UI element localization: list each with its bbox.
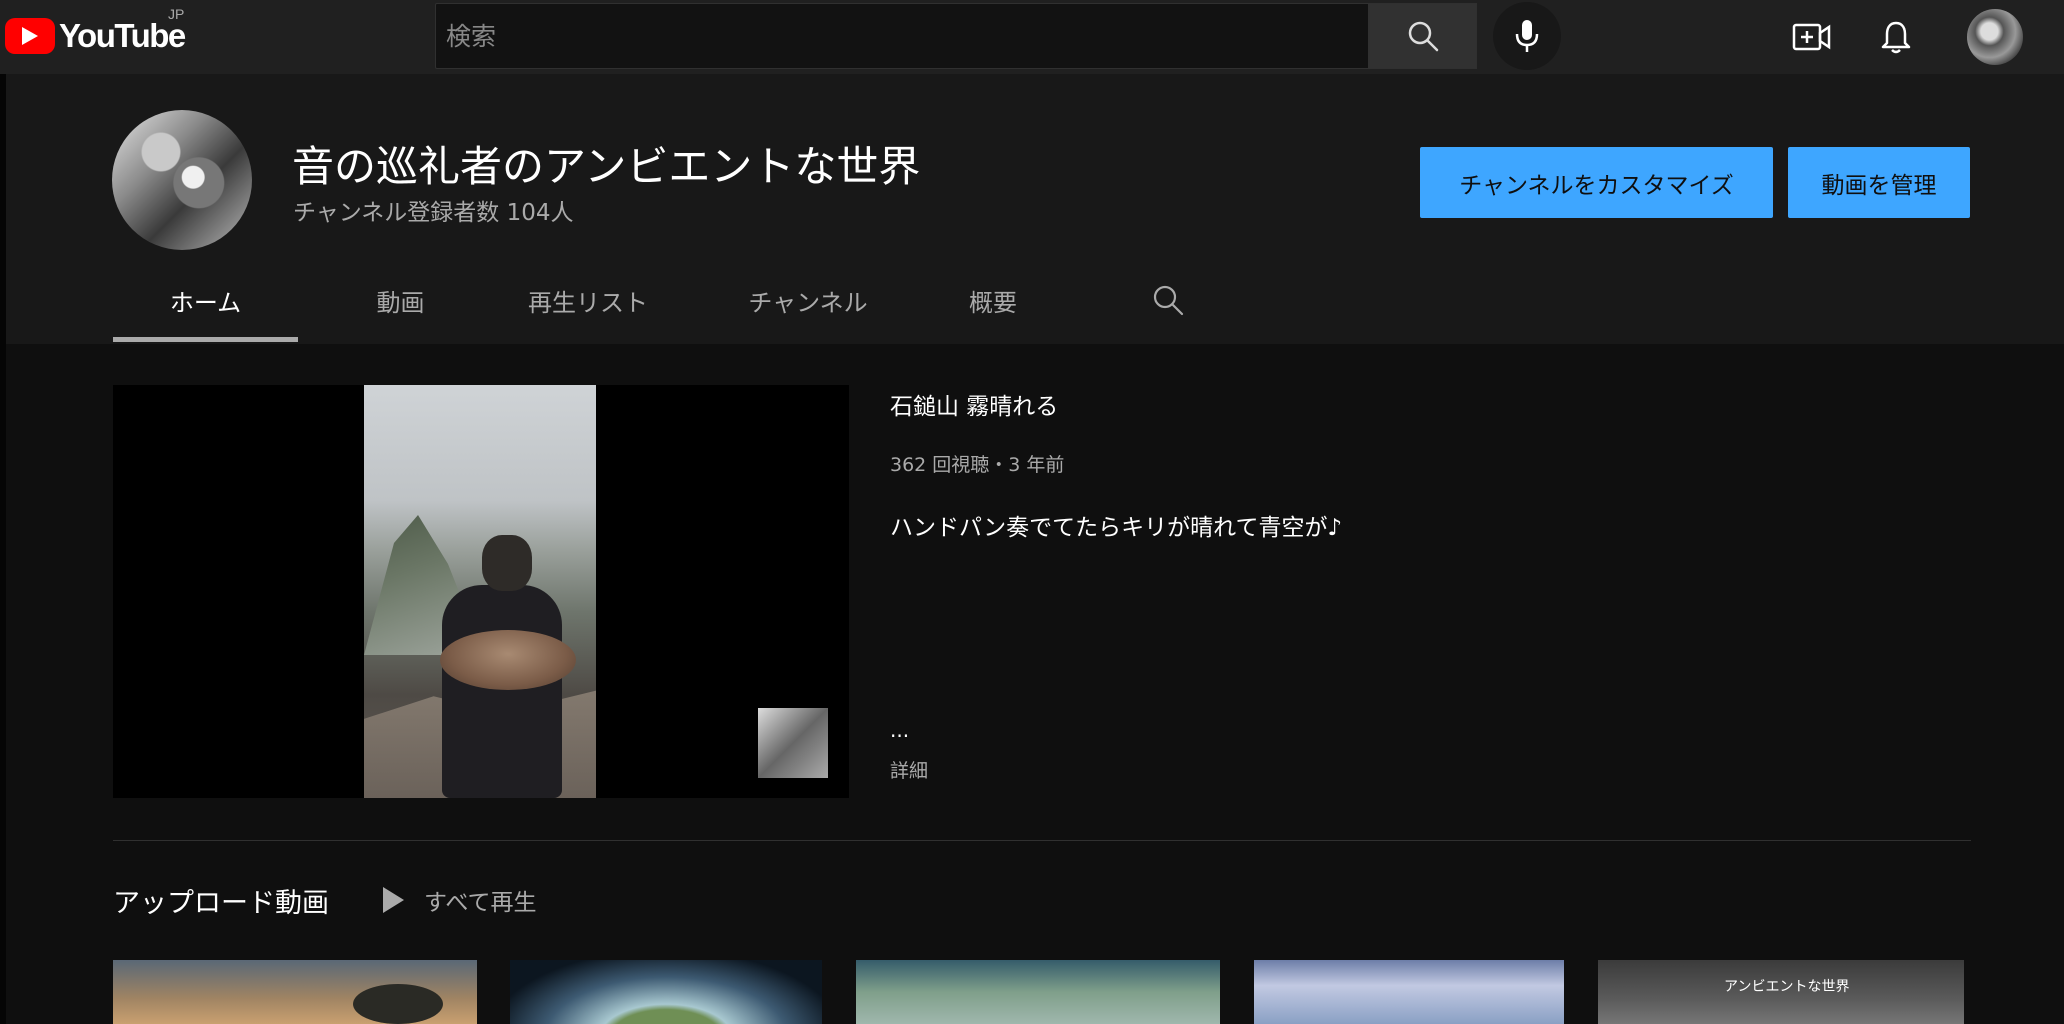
account-avatar[interactable]	[1967, 9, 2023, 65]
manage-videos-button[interactable]: 動画を管理	[1788, 147, 1970, 218]
featured-video-meta: 362 回視聴・3 年前	[890, 454, 1065, 476]
channel-avatar[interactable]	[112, 110, 252, 250]
search-icon	[1153, 285, 1184, 316]
tab-home[interactable]: ホーム	[113, 268, 298, 342]
video-thumbnail[interactable]	[113, 960, 477, 1024]
channel-name: 音の巡礼者のアンビエントな世界	[292, 142, 921, 191]
voice-search-button[interactable]	[1493, 2, 1561, 70]
country-code: JP	[168, 6, 185, 22]
youtube-logo-icon	[5, 18, 55, 54]
read-more-link[interactable]: 詳細	[890, 756, 928, 783]
tab-videos[interactable]: 動画	[353, 268, 448, 342]
featured-video-title[interactable]: 石鎚山 霧晴れる	[890, 387, 1058, 421]
logo-text: YouTube	[59, 17, 186, 54]
customize-channel-button[interactable]: チャンネルをカスタマイズ	[1420, 147, 1773, 218]
tab-playlists[interactable]: 再生リスト	[503, 268, 673, 342]
uploads-shelf-title[interactable]: アップロード動画	[113, 881, 329, 920]
video-thumbnail[interactable]	[1254, 960, 1564, 1024]
description-ellipsis: ...	[890, 718, 910, 742]
microphone-icon	[1515, 20, 1539, 52]
notifications-button[interactable]	[1872, 13, 1920, 61]
bell-icon	[1881, 21, 1911, 54]
video-thumbnail[interactable]	[856, 960, 1220, 1024]
search-input[interactable]	[446, 21, 1368, 51]
video-thumbnail[interactable]	[510, 960, 822, 1024]
featured-video-player[interactable]	[113, 385, 849, 798]
tab-label: 再生リスト	[528, 289, 648, 317]
search-button[interactable]	[1369, 3, 1477, 69]
thumbnail-overlay-text: アンビエントな世界	[1724, 979, 1850, 995]
create-video-icon	[1792, 23, 1831, 51]
play-all-label: すべて再生	[424, 890, 537, 916]
tab-label: 動画	[376, 289, 425, 317]
search-box	[435, 3, 1369, 69]
play-all-button[interactable]: すべて再生	[380, 880, 536, 920]
section-divider	[113, 840, 1971, 841]
video-frame	[364, 385, 596, 798]
tab-label: 概要	[969, 289, 1017, 317]
youtube-logo[interactable]: YouTube	[5, 16, 186, 56]
masthead: YouTube JP	[0, 0, 2064, 74]
channel-watermark[interactable]	[758, 708, 828, 778]
featured-video-description: ハンドパン奏でてたらキリが晴れて青空が♪	[890, 515, 1343, 541]
tab-about[interactable]: 概要	[943, 268, 1043, 342]
tab-label: チャンネル	[748, 289, 868, 317]
tab-label: ホーム	[169, 289, 242, 317]
video-thumbnail[interactable]: アンビエントな世界	[1598, 960, 1964, 1024]
subscriber-count: チャンネル登録者数 104人	[293, 200, 574, 226]
search-icon	[1408, 21, 1439, 52]
create-button[interactable]	[1788, 13, 1836, 61]
tab-channels[interactable]: チャンネル	[728, 268, 888, 342]
tab-search[interactable]	[1138, 268, 1198, 342]
play-icon	[383, 887, 404, 913]
